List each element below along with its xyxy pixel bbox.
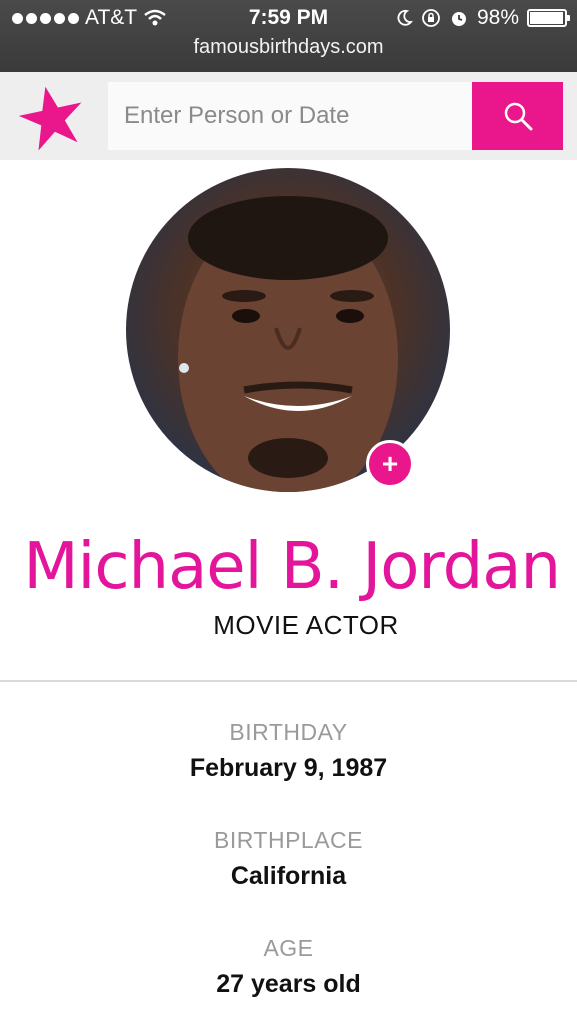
stat-label: BIRTHPLACE — [213, 827, 363, 853]
rotation-lock-icon — [422, 9, 440, 27]
divider — [0, 680, 577, 682]
status-icons: 98% — [395, 4, 570, 32]
status-bar: AT&T 7:59 PM 98% famousbirthdays.com — [0, 0, 577, 72]
battery-percent: 98% — [476, 6, 519, 29]
search-button[interactable] — [472, 82, 563, 150]
battery-icon — [527, 9, 570, 27]
profession-label[interactable]: MOVIE ACTOR — [0, 610, 577, 641]
alarm-icon — [451, 12, 466, 26]
stat-age: AGE 27 years old — [0, 931, 577, 1024]
add-favorite-button[interactable]: + — [366, 440, 414, 488]
stat-value[interactable]: California — [0, 857, 577, 895]
search-input[interactable] — [108, 82, 472, 150]
profile-photo-container: + — [126, 168, 450, 492]
moon-icon — [397, 9, 413, 26]
stat-value: 27 years old — [216, 970, 361, 998]
stat-label: BIRTHDAY — [229, 719, 348, 745]
url-bar[interactable]: famousbirthdays.com — [0, 36, 577, 59]
stat-birthday: BIRTHDAY February 9, 1987 — [0, 715, 577, 823]
stats-list: BIRTHDAY February 9, 1987 BIRTHPLACE Cal… — [0, 715, 577, 1024]
stat-label: AGE — [263, 935, 314, 961]
site-header — [0, 72, 577, 160]
stat-value[interactable]: February 9, 1987 — [0, 749, 577, 787]
search-icon — [504, 102, 532, 131]
person-name: Michael B. Jordan — [23, 530, 561, 604]
star-logo-icon[interactable] — [16, 82, 88, 152]
stat-birthplace: BIRTHPLACE California — [0, 823, 577, 931]
